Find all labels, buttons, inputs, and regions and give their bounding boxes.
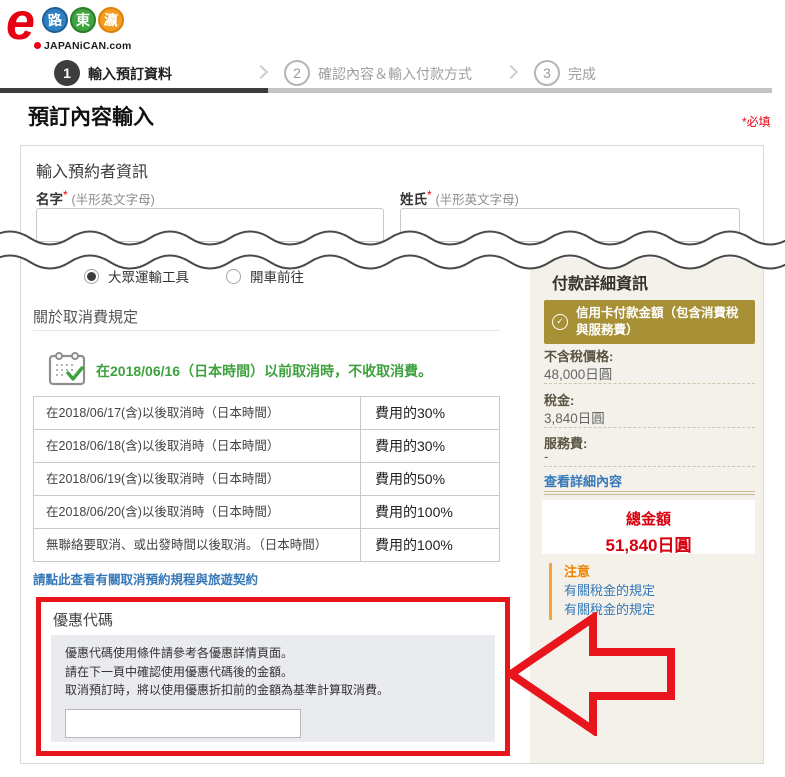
step-3-label: 完成 bbox=[568, 66, 596, 82]
tax-rule-link[interactable]: 有關稅金的規定 bbox=[564, 582, 655, 601]
required-asterisk: * bbox=[63, 188, 68, 202]
logo-circle-dong: 東 bbox=[70, 7, 96, 33]
check-circle-icon: ✓ bbox=[552, 314, 568, 330]
step-2-circle: 2 bbox=[284, 60, 310, 86]
japanican-logo[interactable]: e 路 東 瀛 JAPANiCAN.com bbox=[0, 0, 180, 56]
tax-value: 3,840日圓 bbox=[544, 407, 605, 427]
step-1-label: 輸入預訂資料 bbox=[88, 66, 172, 82]
stepper-progress-bar bbox=[0, 88, 772, 93]
divider bbox=[544, 427, 755, 428]
logo-dot-icon bbox=[34, 42, 41, 49]
fee-condition: 在2018/06/17(含)以後取消時（日本時間） bbox=[34, 397, 361, 429]
first-name-label: 名字* (半形英文字母) bbox=[36, 188, 155, 208]
page-title: 預訂內容輸入 bbox=[28, 101, 154, 131]
logo-circle-ying: 瀛 bbox=[97, 6, 126, 35]
chevron-right-icon bbox=[254, 65, 268, 79]
highlight-arrow-icon bbox=[505, 612, 677, 736]
credit-card-amount-badge: ✓ 信用卡付款金額（包含消費稅與服務費） bbox=[544, 300, 755, 344]
required-asterisk: * bbox=[427, 188, 432, 202]
logo-domain-text: JAPANiCAN.com bbox=[34, 40, 132, 52]
price-excl-tax-value: 48,000日圓 bbox=[544, 363, 612, 383]
logo-circle-lu: 路 bbox=[41, 6, 70, 35]
fee-amount: 費用的30% bbox=[361, 397, 499, 429]
fee-amount: 費用的100% bbox=[361, 529, 499, 561]
divider bbox=[544, 466, 755, 467]
view-details-link[interactable]: 查看詳細內容 bbox=[544, 471, 622, 490]
divider bbox=[33, 330, 500, 331]
logo-circles: 路 東 瀛 bbox=[42, 7, 124, 33]
step-2-label: 確認內容＆輸入付款方式 bbox=[318, 66, 472, 82]
table-row: 在2018/06/17(含)以後取消時（日本時間） 費用的30% bbox=[33, 397, 500, 430]
fee-condition: 在2018/06/18(含)以後取消時（日本時間） bbox=[34, 430, 361, 462]
promo-info-line: 請在下一頁中確認使用優惠代碼後的金額。 bbox=[65, 663, 481, 682]
table-row: 在2018/06/19(含)以後取消時（日本時間） 費用的50% bbox=[33, 463, 500, 496]
total-value: 51,840日圓 bbox=[542, 531, 755, 556]
total-label: 總金額 bbox=[542, 508, 755, 529]
double-divider bbox=[544, 491, 755, 495]
chevron-right-icon bbox=[504, 65, 518, 79]
fee-condition: 在2018/06/20(含)以後取消時（日本時間） bbox=[34, 496, 361, 528]
promo-code-input[interactable] bbox=[65, 709, 301, 738]
required-legend: *必填 bbox=[742, 113, 771, 130]
fee-amount: 費用的100% bbox=[361, 496, 499, 528]
service-fee-label: 服務費: bbox=[544, 433, 587, 452]
promo-info-line: 取消預訂時，將以使用優惠折扣前的金額為基準計算取消費。 bbox=[65, 681, 481, 700]
total-amount-box: 總金額 51,840日圓 bbox=[542, 500, 755, 554]
torn-edge-separator bbox=[0, 222, 785, 278]
calendar-check-icon bbox=[46, 348, 88, 388]
cancellation-heading: 關於取消費規定 bbox=[33, 306, 138, 327]
promo-info-line: 優惠代碼使用條件請參考各優惠詳情頁面。 bbox=[65, 644, 481, 663]
fee-amount: 費用的50% bbox=[361, 463, 499, 495]
step-3-circle: 3 bbox=[534, 60, 560, 86]
fee-amount: 費用的30% bbox=[361, 430, 499, 462]
promo-code-section: 優惠代碼 優惠代碼使用條件請參考各優惠詳情頁面。 請在下一頁中確認使用優惠代碼後… bbox=[36, 597, 510, 756]
table-row: 無聯絡要取消、或出發時間以後取消。（日本時間） 費用的100% bbox=[33, 529, 500, 562]
cancellation-policy-link[interactable]: 請點此查看有關取消預約規程與旅遊契約 bbox=[33, 569, 258, 588]
fee-condition: 無聯絡要取消、或出發時間以後取消。（日本時間） bbox=[34, 529, 361, 561]
step-1-circle: 1 bbox=[54, 60, 80, 86]
last-name-label: 姓氏* (半形英文字母) bbox=[400, 188, 519, 208]
cancellation-fee-table: 在2018/06/17(含)以後取消時（日本時間） 費用的30% 在2018/0… bbox=[33, 396, 500, 562]
logo-e-mark: e bbox=[6, 0, 35, 48]
promo-code-info-box: 優惠代碼使用條件請參考各優惠詳情頁面。 請在下一頁中確認使用優惠代碼後的金額。 … bbox=[51, 635, 495, 742]
note-heading: 注意 bbox=[564, 563, 655, 582]
table-row: 在2018/06/20(含)以後取消時（日本時間） 費用的100% bbox=[33, 496, 500, 529]
free-cancellation-notice: 在2018/06/16（日本時間）以前取消時，不收取消費。 bbox=[96, 361, 432, 381]
divider bbox=[544, 383, 755, 384]
booker-info-heading: 輸入預約者資訊 bbox=[36, 158, 148, 182]
service-fee-value: - bbox=[544, 449, 549, 464]
promo-code-heading: 優惠代碼 bbox=[53, 609, 113, 630]
stepper-progress-done bbox=[0, 88, 268, 93]
booking-page: e 路 東 瀛 JAPANiCAN.com 1 輸入預訂資料 2 確認內容＆輸入… bbox=[0, 0, 785, 777]
table-row: 在2018/06/18(含)以後取消時（日本時間） 費用的30% bbox=[33, 430, 500, 463]
badge-label: 信用卡付款金額（包含消費稅與服務費） bbox=[576, 305, 747, 339]
fee-condition: 在2018/06/19(含)以後取消時（日本時間） bbox=[34, 463, 361, 495]
